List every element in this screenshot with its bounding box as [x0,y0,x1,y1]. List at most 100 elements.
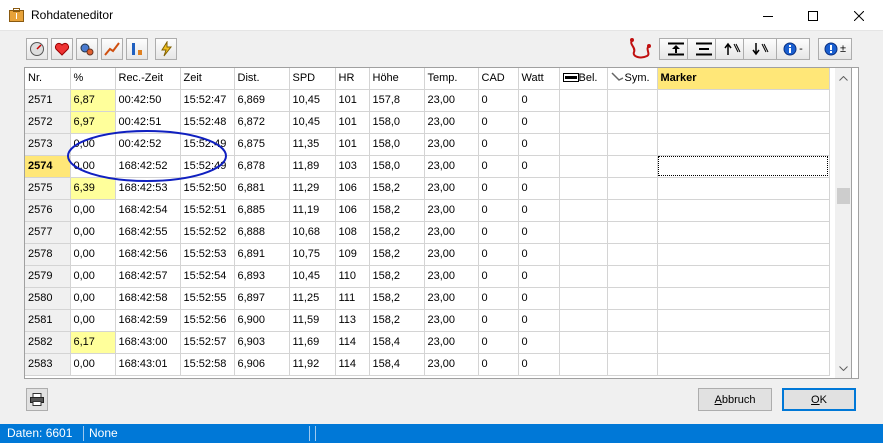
minimize-button[interactable] [746,0,790,31]
cell-time[interactable]: 15:52:50 [180,177,235,200]
cell-time[interactable]: 15:52:47 [180,89,235,112]
cell-load[interactable] [559,133,608,156]
info-plus-button[interactable]: ± [818,38,852,60]
cell-distance[interactable]: 6,900 [234,309,290,332]
col-header-time[interactable]: Zeit [180,68,235,90]
table-row[interactable]: 2579 0,00 168:42:57 15:52:54 6,893 10,45 110 15… [25,265,830,288]
row-number-cell[interactable]: 2581 [25,309,71,332]
cell-load[interactable] [559,243,608,266]
cell-time[interactable]: 15:52:48 [180,111,235,134]
gears-button[interactable] [76,38,98,60]
cell-distance[interactable]: 6,903 [234,331,290,354]
cell-watt[interactable]: 0 [518,309,560,332]
table-row[interactable]: 2577 0,00 168:42:55 15:52:52 6,888 10,68 108 15… [25,221,830,244]
col-header-percent[interactable]: % [70,68,116,90]
cell-percent[interactable]: 0,00 [70,155,116,178]
col-header-load[interactable]: Bel. [559,68,608,90]
cell-watt[interactable]: 0 [518,89,560,112]
cell-cadence[interactable]: 0 [478,111,519,134]
cell-rec-time[interactable]: 168:42:54 [115,199,181,222]
cell-distance[interactable]: 6,872 [234,111,290,134]
cell-temperature[interactable]: 23,00 [424,309,479,332]
cell-rec-time[interactable]: 00:42:52 [115,133,181,156]
col-header-speed[interactable]: SPD [289,68,336,90]
table-row[interactable]: 2573 0,00 00:42:52 15:52:49 6,875 11,35 101 158… [25,133,830,156]
col-header-altitude[interactable]: Höhe [369,68,425,90]
table-row[interactable]: 2578 0,00 168:42:56 15:52:53 6,891 10,75 109 15… [25,243,830,266]
cell-speed[interactable]: 11,29 [289,177,336,200]
cell-rec-time[interactable]: 168:42:53 [115,177,181,200]
row-number-cell[interactable]: 2577 [25,221,71,244]
cell-time[interactable]: 15:52:54 [180,265,235,288]
cell-percent[interactable]: 0,00 [70,287,116,310]
cell-cadence[interactable]: 0 [478,331,519,354]
cell-time[interactable]: 15:52:49 [180,155,235,178]
cell-rec-time[interactable]: 168:42:55 [115,221,181,244]
cell-load[interactable] [559,265,608,288]
cell-altitude[interactable]: 158,4 [369,353,425,376]
cell-percent[interactable]: 6,39 [70,177,116,200]
cell-watt[interactable]: 0 [518,265,560,288]
vertical-scrollbar[interactable] [835,67,859,379]
col-header-symbol[interactable]: Sym. [607,68,658,90]
cell-rec-time[interactable]: 00:42:51 [115,111,181,134]
cell-cadence[interactable]: 0 [478,243,519,266]
cell-temperature[interactable]: 23,00 [424,155,479,178]
cell-marker[interactable] [657,177,830,200]
col-header-distance[interactable]: Dist. [234,68,290,90]
cell-distance[interactable]: 6,888 [234,221,290,244]
cell-load[interactable] [559,353,608,376]
cell-cadence[interactable]: 0 [478,133,519,156]
cell-altitude[interactable]: 157,8 [369,89,425,112]
cell-marker[interactable] [657,155,830,178]
lightning-button[interactable] [155,38,177,60]
cell-time[interactable]: 15:52:52 [180,221,235,244]
cell-temperature[interactable]: 23,00 [424,331,479,354]
scroll-down-arrow[interactable] [835,360,852,377]
cell-distance[interactable]: 6,893 [234,265,290,288]
cell-speed[interactable]: 10,45 [289,89,336,112]
cell-percent[interactable]: 0,00 [70,221,116,244]
cell-symbol[interactable] [607,309,658,332]
close-button[interactable] [837,0,881,31]
cell-symbol[interactable] [607,221,658,244]
cell-rec-time[interactable]: 168:42:57 [115,265,181,288]
cell-distance[interactable]: 6,891 [234,243,290,266]
cell-hr[interactable]: 101 [335,133,370,156]
cell-hr[interactable]: 103 [335,155,370,178]
row-number-cell[interactable]: 2583 [25,353,71,376]
cell-temperature[interactable]: 23,00 [424,265,479,288]
cell-watt[interactable]: 0 [518,177,560,200]
raw-data-grid[interactable]: Nr. % Rec.-Zeit Zeit Dist. SPD HR Höhe T… [24,67,859,379]
cell-speed[interactable]: 11,69 [289,331,336,354]
cell-symbol[interactable] [607,331,658,354]
row-number-cell[interactable]: 2575 [25,177,71,200]
cell-hr[interactable]: 114 [335,331,370,354]
cell-time[interactable]: 15:52:56 [180,309,235,332]
cell-temperature[interactable]: 23,00 [424,199,479,222]
table-row[interactable]: 2581 0,00 168:42:59 15:52:56 6,900 11,59 113 15… [25,309,830,332]
cell-marker[interactable] [657,353,830,376]
row-number-cell[interactable]: 2572 [25,111,71,134]
maximize-button[interactable] [791,0,835,31]
cell-marker[interactable] [657,199,830,222]
table-row[interactable]: 2571 6,87 00:42:50 15:52:47 6,869 10,45 101 157… [25,89,830,112]
col-header-nr[interactable]: Nr. [25,68,71,90]
cell-distance[interactable]: 6,897 [234,287,290,310]
row-number-cell[interactable]: 2582 [25,331,71,354]
row-number-cell[interactable]: 2579 [25,265,71,288]
cell-marker[interactable] [657,309,830,332]
row-number-cell[interactable]: 2578 [25,243,71,266]
cell-temperature[interactable]: 23,00 [424,221,479,244]
cell-marker[interactable] [657,221,830,244]
cell-cadence[interactable]: 0 [478,287,519,310]
cell-distance[interactable]: 6,875 [234,133,290,156]
col-header-rec-time[interactable]: Rec.-Zeit [115,68,181,90]
cell-speed[interactable]: 10,68 [289,221,336,244]
cell-speed[interactable]: 11,92 [289,353,336,376]
cell-speed[interactable]: 10,75 [289,243,336,266]
cell-speed[interactable]: 10,45 [289,111,336,134]
info-minus-button[interactable]: - [776,38,810,60]
cell-distance[interactable]: 6,878 [234,155,290,178]
cell-percent[interactable]: 6,87 [70,89,116,112]
